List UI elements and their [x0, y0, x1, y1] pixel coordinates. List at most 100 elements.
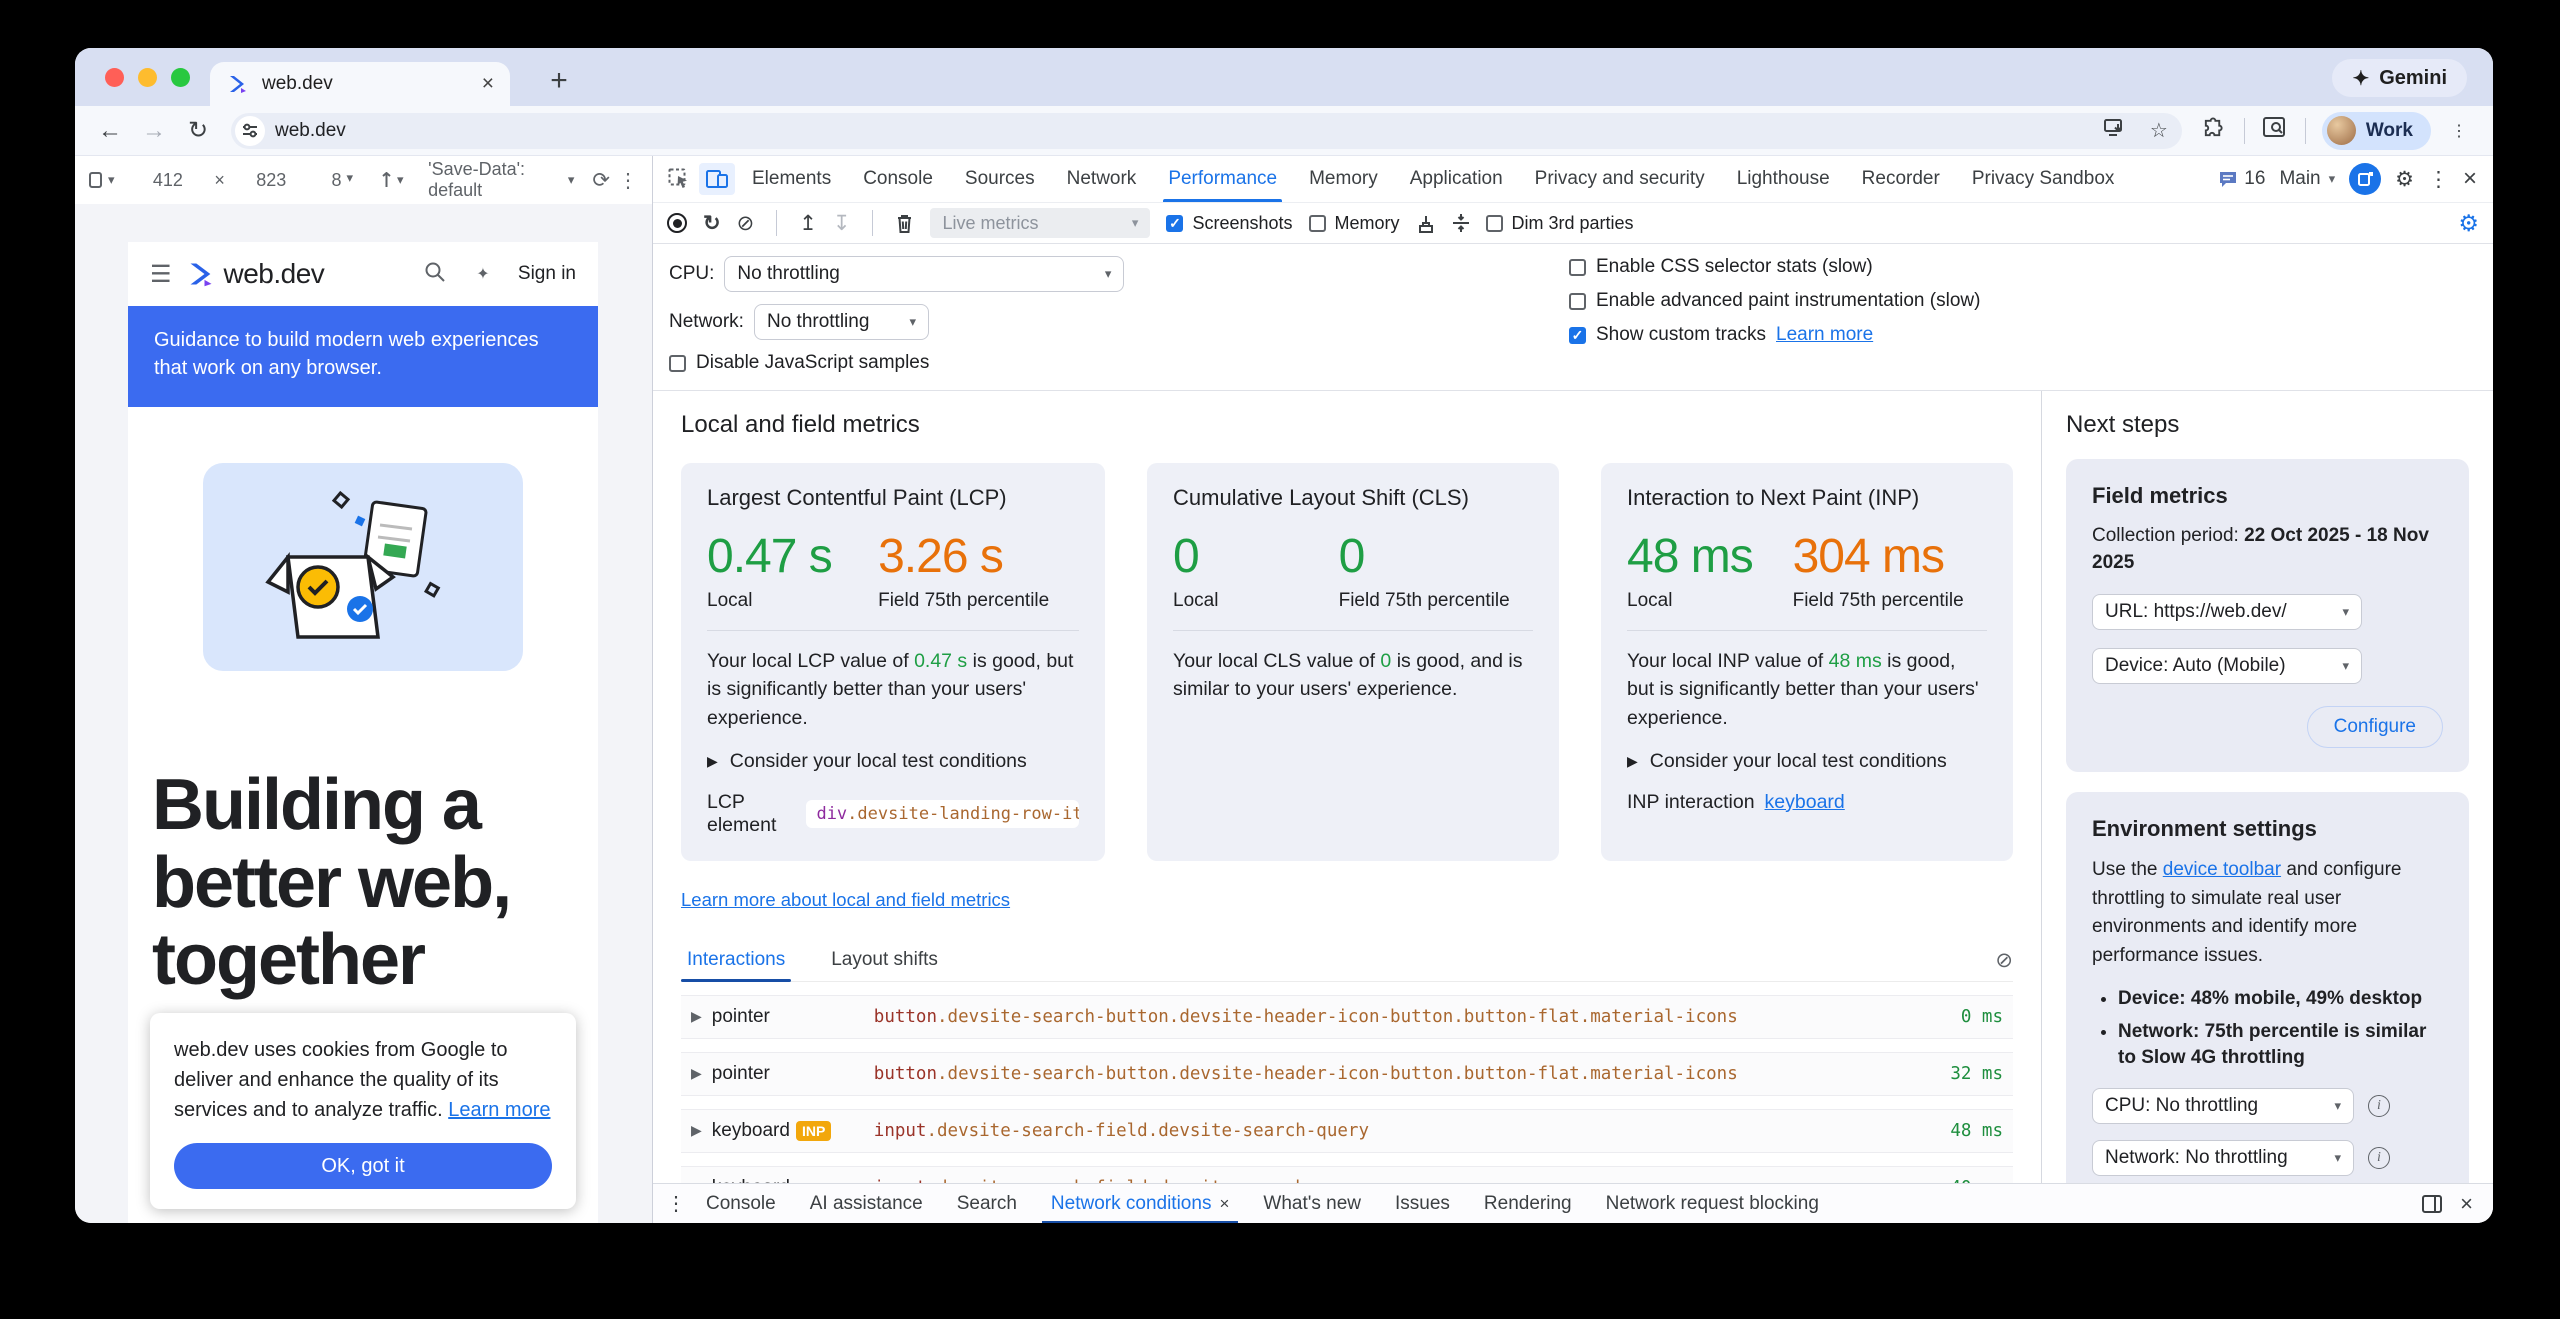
inp-interaction-link[interactable]: keyboard	[1765, 791, 1845, 814]
viewport-height[interactable]: 823	[256, 170, 286, 191]
drawer-tab-ai-assistance[interactable]: AI assistance	[793, 1184, 940, 1224]
address-bar[interactable]: web.dev ☆	[231, 113, 2182, 149]
interaction-row[interactable]: ▶ keyboard input.devsite-search-field.de…	[681, 1166, 2013, 1183]
memory-checkbox[interactable]: Memory	[1309, 213, 1400, 234]
interaction-row[interactable]: ▶ pointer button.devsite-search-button.d…	[681, 1052, 2013, 1096]
back-button[interactable]: ←	[91, 117, 129, 145]
theme-toggle-icon[interactable]: ✦	[466, 264, 500, 284]
tab-layout-shifts[interactable]: Layout shifts	[825, 941, 944, 981]
clear-icon[interactable]: ⊘	[737, 211, 755, 236]
minimize-window-button[interactable]	[138, 68, 157, 87]
field-metrics-learn-more-link[interactable]: Learn more about local and field metrics	[681, 889, 1010, 911]
hamburger-menu-icon[interactable]: ☰	[150, 260, 172, 289]
save-profile-icon[interactable]: ↧	[833, 211, 851, 236]
rotate-device-icon[interactable]: ⟳	[592, 168, 610, 193]
annotations-brush-icon[interactable]	[1416, 213, 1436, 233]
record-reload-icon[interactable]: ↻	[703, 211, 721, 236]
capture-settings-gear-icon[interactable]: ⚙	[2458, 210, 2479, 237]
network-throttling-select[interactable]: No throttling▾	[754, 304, 929, 340]
drawer-tab-network-conditions[interactable]: Network conditions×	[1034, 1184, 1246, 1224]
custom-tracks-learn-more-link[interactable]: Learn more	[1776, 324, 1873, 346]
interaction-row[interactable]: ▶ pointer button.devsite-search-button.d…	[681, 995, 2013, 1039]
profile-chip[interactable]: Work	[2322, 112, 2431, 150]
lcp-test-conditions-toggle[interactable]: ▶ Consider your local test conditions	[707, 750, 1079, 773]
tab-interactions[interactable]: Interactions	[681, 941, 791, 981]
collect-garbage-icon[interactable]	[895, 213, 914, 234]
disable-js-samples-checkbox[interactable]: Disable JavaScript samples	[669, 352, 1569, 374]
interaction-row[interactable]: ▶ keyboard INP input.devsite-search-fiel…	[681, 1109, 2013, 1153]
window-controls[interactable]	[105, 68, 190, 87]
env-network-select[interactable]: Network: No throttling▾	[2092, 1140, 2354, 1176]
screenshots-checkbox[interactable]: ✓Screenshots	[1166, 213, 1292, 234]
field-url-select[interactable]: URL: https://web.dev/▾	[2092, 594, 2362, 630]
bookmark-star-icon[interactable]: ☆	[2142, 118, 2176, 143]
close-drawer-tab-icon[interactable]: ×	[1219, 1194, 1229, 1214]
dim-3rd-parties-checkbox[interactable]: Dim 3rd parties	[1486, 213, 1634, 234]
drawer-tab-rendering[interactable]: Rendering	[1467, 1184, 1589, 1224]
device-toolbar-link[interactable]: device toolbar	[2163, 859, 2281, 880]
css-selector-stats-checkbox[interactable]: Enable CSS selector stats (slow)	[1569, 256, 1980, 278]
forward-button[interactable]: →	[135, 117, 173, 145]
paint-instrumentation-checkbox[interactable]: Enable advanced paint instrumentation (s…	[1569, 290, 1980, 312]
devtools-close-icon[interactable]: ×	[2463, 165, 2477, 193]
tab-lighthouse[interactable]: Lighthouse	[1722, 156, 1845, 202]
clear-interactions-icon[interactable]: ⊘	[1995, 948, 2013, 973]
drawer-tab-console[interactable]: Console	[689, 1184, 793, 1224]
record-icon[interactable]	[667, 213, 687, 233]
extensions-icon[interactable]	[2196, 117, 2232, 145]
tab-network[interactable]: Network	[1052, 156, 1152, 202]
gemini-chip[interactable]: ✦ Gemini	[2332, 59, 2467, 97]
field-device-select[interactable]: Device: Auto (Mobile)▾	[2092, 648, 2362, 684]
throttle-select[interactable]: ▾	[381, 172, 404, 188]
save-data-select[interactable]: 'Save-Data': default▾	[428, 159, 574, 201]
device-toolbar-toggle-icon[interactable]	[699, 163, 735, 195]
close-drawer-icon[interactable]: ×	[2460, 1191, 2473, 1217]
browser-menu-icon[interactable]: ⋮	[2441, 121, 2477, 141]
drawer-tab-network-request-blocking[interactable]: Network request blocking	[1589, 1184, 1836, 1224]
main-context-select[interactable]: Main▾	[2279, 168, 2335, 190]
tab-recorder[interactable]: Recorder	[1847, 156, 1955, 202]
load-profile-icon[interactable]: ↥	[799, 211, 817, 236]
tab-privacy-security[interactable]: Privacy and security	[1520, 156, 1720, 202]
tab-console[interactable]: Console	[848, 156, 948, 202]
track-config-icon[interactable]	[1452, 213, 1470, 233]
cookie-ok-button[interactable]: OK, got it	[174, 1143, 552, 1189]
expand-triangle-icon[interactable]: ▶	[691, 1008, 702, 1025]
emulation-status-icon[interactable]	[2349, 163, 2381, 195]
inspect-element-icon[interactable]	[661, 163, 697, 195]
viewport-width[interactable]: 412	[153, 170, 183, 191]
tab-sources[interactable]: Sources	[950, 156, 1050, 202]
dock-drawer-icon[interactable]	[2422, 1195, 2442, 1213]
custom-tracks-checkbox[interactable]: ✓Show custom tracks Learn more	[1569, 324, 1980, 346]
drawer-menu-icon[interactable]: ⋮	[663, 1191, 689, 1216]
network-info-icon[interactable]: i	[2368, 1147, 2390, 1169]
side-search-icon[interactable]	[2257, 117, 2293, 144]
tab-application[interactable]: Application	[1395, 156, 1518, 202]
site-brand[interactable]: web.dev	[186, 258, 404, 290]
reload-button[interactable]: ↻	[179, 116, 217, 145]
install-icon[interactable]	[2098, 118, 2132, 144]
drawer-tab-whats-new[interactable]: What's new	[1246, 1184, 1378, 1224]
close-window-button[interactable]	[105, 68, 124, 87]
configure-button[interactable]: Configure	[2307, 706, 2443, 748]
tab-privacy-sandbox[interactable]: Privacy Sandbox	[1957, 156, 2130, 202]
zoom-select[interactable]: 8▾	[331, 170, 353, 191]
inp-test-conditions-toggle[interactable]: ▶ Consider your local test conditions	[1627, 750, 1987, 773]
drawer-tab-search[interactable]: Search	[940, 1184, 1034, 1224]
tab-close-icon[interactable]: ×	[482, 72, 494, 96]
search-icon[interactable]	[418, 261, 452, 288]
lcp-element-chip[interactable]: div.devsite-landing-row-item-d…	[806, 800, 1079, 828]
maximize-window-button[interactable]	[171, 68, 190, 87]
expand-triangle-icon[interactable]: ▶	[691, 1065, 702, 1082]
devtools-menu-icon[interactable]: ⋮	[2428, 167, 2449, 192]
env-cpu-select[interactable]: CPU: No throttling▾	[2092, 1088, 2354, 1124]
tab-elements[interactable]: Elements	[737, 156, 846, 202]
tab-memory[interactable]: Memory	[1294, 156, 1393, 202]
cpu-throttling-select[interactable]: No throttling▾	[724, 256, 1124, 292]
cookie-learn-more-link[interactable]: Learn more	[448, 1099, 550, 1121]
device-toolbar-menu-icon[interactable]: ⋮	[618, 168, 638, 193]
history-select[interactable]: Live metrics▾	[930, 208, 1150, 238]
cpu-info-icon[interactable]: i	[2368, 1095, 2390, 1117]
new-tab-button[interactable]: +	[541, 64, 577, 98]
devtools-settings-gear-icon[interactable]: ⚙	[2395, 167, 2414, 192]
